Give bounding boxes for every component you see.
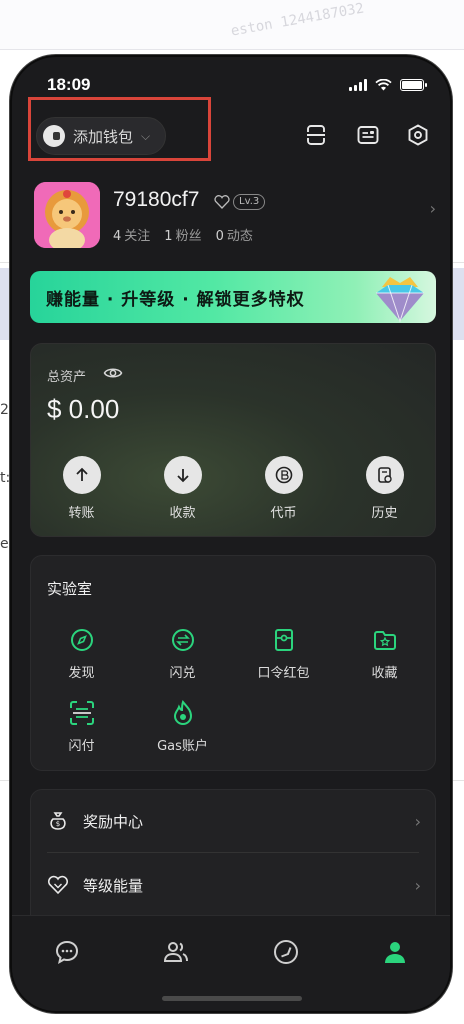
coin-icon [275,466,292,484]
action-label: 转账 [68,506,95,521]
level-badge[interactable]: Lv.3 [214,193,266,211]
star-folder-icon [373,631,396,650]
total-assets-value: $ 0.00 [47,394,120,424]
chevron-down-icon: ⌵ [141,128,151,143]
stat-count: 1 [164,229,173,244]
action-label: 历史 [371,506,398,521]
lab-label: 发现 [68,666,95,681]
scan-pay-icon [69,701,94,725]
wallet-icon [43,125,65,147]
eye-icon[interactable] [103,365,123,381]
history-icon [377,467,392,483]
heart-diamond-icon [48,875,68,895]
transfer-button[interactable]: 转账 [31,456,132,521]
promo-banner[interactable]: 赚能量 · 升等级 · 解锁更多特权 [30,271,436,323]
lab-label: 闪兑 [169,666,196,681]
id-card-icon[interactable] [356,123,380,147]
chevron-right-icon: › [414,811,421,831]
lab-label: 口令红包 [257,666,310,681]
compass-tab-icon [273,940,298,964]
lab-item-red-packet[interactable]: 口令红包 [233,626,334,681]
gem-crown-icon [376,277,424,323]
lab-label: Gas账户 [157,739,208,754]
lab-label: 闪付 [68,739,95,754]
battery-icon [400,79,427,91]
menu-item-rewards[interactable]: $ 奖励中心 › [31,790,435,852]
lab-label: 收藏 [371,666,398,681]
background-text: t: [0,470,11,486]
menu-label: 奖励中心 [83,812,144,831]
level-label: Lv.3 [233,194,266,210]
lab-card: 实验室 发现 闪兑 口令红包 收藏 闪付 Gas账户 [30,555,436,771]
settings-hex-icon[interactable] [406,123,430,147]
lab-item-discover[interactable]: 发现 [31,626,132,681]
background-text: 2 [0,402,9,418]
profile-stats: 4 关注 1 粉丝 0 动态 [113,225,253,244]
menu-label: 等级能量 [83,876,144,895]
flame-icon [173,699,192,725]
banner-text: 赚能量 · 升等级 · 解锁更多特权 [46,290,305,310]
stat-label: 粉丝 [175,229,202,244]
arrow-up-icon [75,467,88,481]
signal-icon [349,79,367,91]
stat-label: 关注 [124,229,151,244]
chat-icon [55,940,78,964]
lab-title: 实验室 [47,580,93,598]
asset-card: 总资产 $ 0.00 转账 收款 代币 历史 [30,343,436,537]
profile-icon [385,942,406,963]
swap-icon [171,629,194,651]
history-button[interactable]: 历史 [334,456,435,521]
stat-count: 0 [215,229,224,244]
username: 79180cf7 [113,188,200,211]
arrow-down-icon [176,469,189,483]
tokens-button[interactable]: 代币 [233,456,334,521]
divider [47,852,419,853]
money-bag-icon: $ [50,812,66,830]
menu-item-level-energy[interactable]: 等级能量 › [31,854,435,916]
lab-item-flash-pay[interactable]: 闪付 [31,699,132,754]
phone-screen: 18:09 添加钱包 ⌵ 79180cf7 Lv.3 4 关注 1 粉丝 0 动… [10,55,452,1013]
tab-profile[interactable] [341,916,451,1011]
lab-grid: 发现 闪兑 口令红包 收藏 闪付 Gas账户 [31,626,435,754]
heart-diamond-icon [214,195,230,209]
chevron-right-icon[interactable]: › [430,199,436,218]
avatar[interactable] [34,182,100,248]
stat-label: 动态 [226,229,253,244]
add-wallet-label: 添加钱包 [73,127,134,146]
lab-item-favorites[interactable]: 收藏 [334,626,435,681]
stat-count: 4 [113,229,122,244]
stat-following[interactable]: 4 关注 [113,225,150,244]
stat-followers[interactable]: 1 粉丝 [164,225,201,244]
stat-posts[interactable]: 0 动态 [216,225,253,244]
tab-chat[interactable] [12,916,122,1011]
lab-item-swap[interactable]: 闪兑 [132,626,233,681]
wifi-icon [375,79,392,91]
status-time: 18:09 [47,75,91,94]
scan-icon[interactable] [304,123,328,147]
add-wallet-button[interactable]: 添加钱包 ⌵ [36,117,166,155]
receive-button[interactable]: 收款 [132,456,233,521]
lion-avatar-image [34,182,100,248]
status-bar: 18:09 [12,57,450,109]
contacts-icon [164,942,189,962]
asset-actions: 转账 收款 代币 历史 [31,456,435,521]
red-packet-icon [274,629,293,651]
svg-text:$: $ [56,820,60,828]
status-icons [349,79,427,91]
action-label: 代币 [270,506,297,521]
chevron-right-icon: › [414,875,421,895]
action-label: 收款 [169,506,196,521]
compass-icon [70,629,93,651]
total-assets-label: 总资产 [47,370,87,385]
lab-item-gas-account[interactable]: Gas账户 [132,699,233,754]
home-indicator [162,996,302,1001]
